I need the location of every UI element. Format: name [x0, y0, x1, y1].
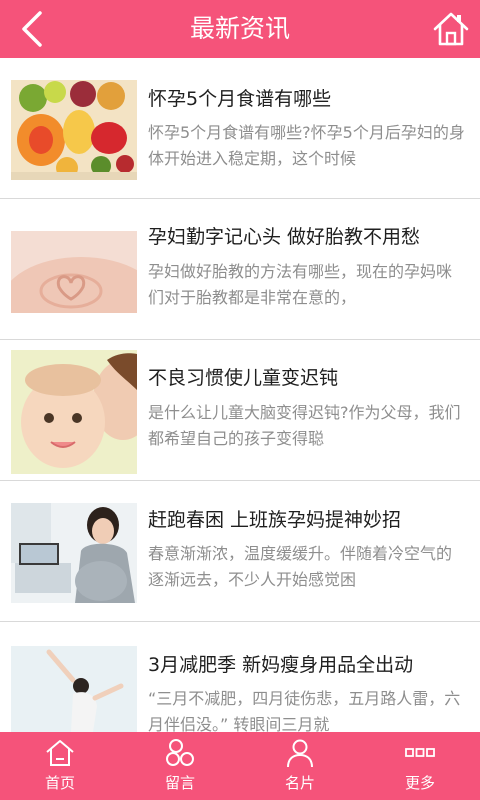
article-title[interactable]: 3月减肥季 新妈瘦身用品全出动 — [148, 650, 472, 677]
article-summary: 是什么让儿童大脑变得迟钝?作为父母，我们都希望自己的孩子变得聪 — [148, 403, 461, 448]
nav-label: 首页 — [44, 774, 75, 792]
article-summary: 春意渐渐浓，温度缓缓升。伴随着冷空气的逐渐远去，不少人开始感觉困 — [148, 544, 453, 589]
chat-bubbles-icon — [166, 739, 194, 766]
nav-label: 名片 — [284, 774, 315, 792]
page-title: 最新资讯 — [189, 14, 290, 43]
person-card-icon — [287, 739, 313, 768]
pregnant-woman-laptop-image — [11, 503, 137, 603]
article-summary: “三月不减肥，四月徒伤悲，五月路人雷，六月伴侣没。” 转眼间三月就 — [148, 689, 461, 734]
fruits-and-vegetables-image — [11, 80, 137, 180]
article-thumbnail — [11, 231, 137, 313]
nav-card[interactable]: 名片 — [240, 732, 360, 800]
article-title[interactable]: 赶跑春困 上班族孕妈提神妙招 — [148, 505, 472, 532]
nav-label: 留言 — [164, 774, 195, 792]
article-thumbnail — [11, 80, 137, 180]
home-button[interactable] — [432, 10, 470, 48]
article-summary: 孕妇做好胎教的方法有哪些，现在的孕妈咪们对于胎教都是非常在意的， — [148, 262, 453, 307]
home-icon — [46, 740, 74, 766]
article-title[interactable]: 不良习惯使儿童变迟钝 — [148, 363, 472, 390]
pregnant-belly-image — [11, 231, 137, 313]
bottom-nav: 首页 留言 名片 更多 — [0, 732, 480, 800]
more-grid-icon — [405, 748, 435, 757]
article-title[interactable]: 怀孕5个月食谱有哪些 — [148, 84, 472, 111]
article-item[interactable]: 赶跑春困 上班族孕妈提神妙招 春意渐渐浓，温度缓缓升。伴随着冷空气的逐渐远去，不… — [0, 481, 480, 622]
nav-more[interactable]: 更多 — [360, 732, 480, 800]
article-item[interactable]: 不良习惯使儿童变迟钝 是什么让儿童大脑变得迟钝?作为父母，我们都希望自己的孩子变… — [0, 340, 480, 481]
mother-and-baby-image — [11, 350, 137, 474]
woman-yoga-image — [11, 646, 137, 732]
article-thumbnail — [11, 503, 137, 603]
article-summary: 怀孕5个月食谱有哪些?怀孕5个月后孕妇的身体开始进入稳定期，这个时候 — [148, 123, 465, 168]
article-item[interactable]: 怀孕5个月食谱有哪些 怀孕5个月食谱有哪些?怀孕5个月后孕妇的身体开始进入稳定期… — [0, 58, 480, 199]
home-icon — [433, 12, 469, 46]
article-title[interactable]: 孕妇勤字记心头 做好胎教不用愁 — [148, 222, 472, 249]
nav-home[interactable]: 首页 — [0, 732, 120, 800]
top-bar: 最新资讯 — [0, 0, 480, 58]
article-thumbnail — [11, 350, 137, 474]
article-item[interactable]: 孕妇勤字记心头 做好胎教不用愁 孕妇做好胎教的方法有哪些，现在的孕妈咪们对于胎教… — [0, 199, 480, 340]
article-thumbnail — [11, 646, 137, 732]
nav-messages[interactable]: 留言 — [120, 732, 240, 800]
nav-label: 更多 — [404, 774, 435, 792]
